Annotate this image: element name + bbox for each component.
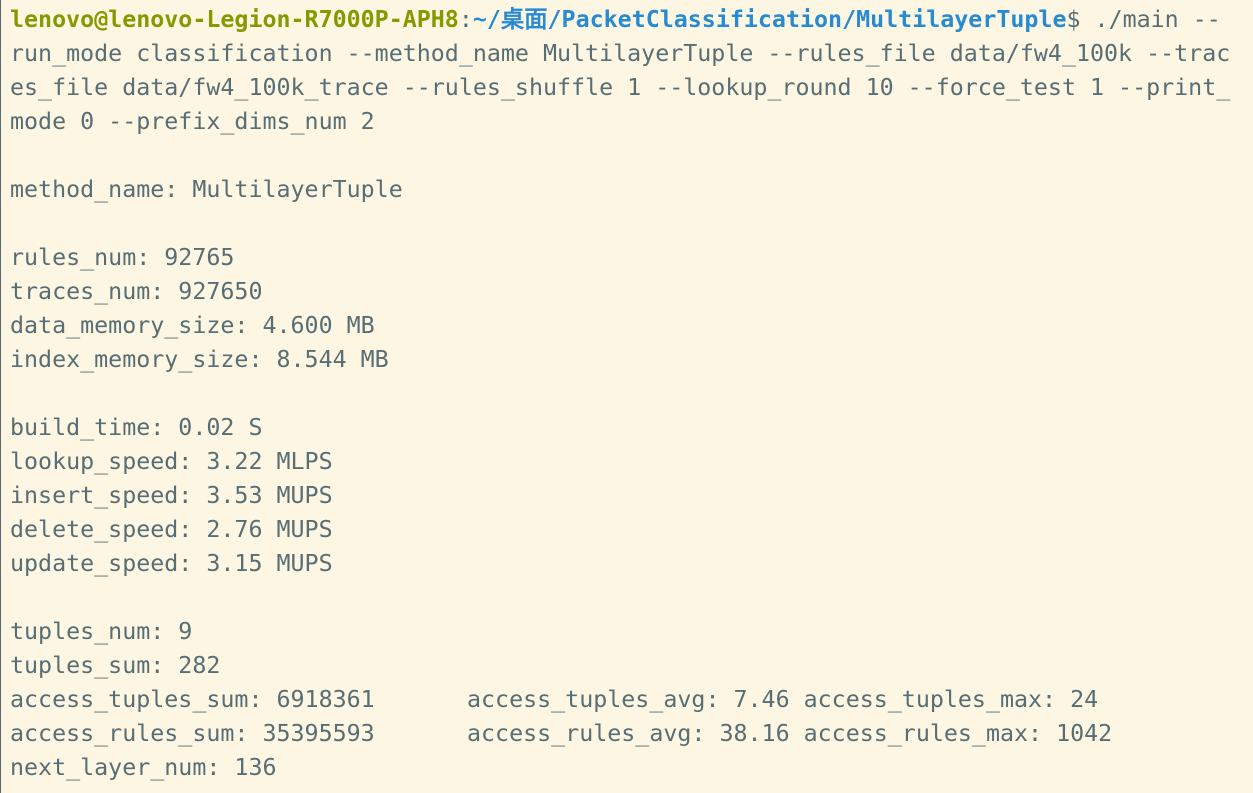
output-tuples-num: tuples_num: 9 [10,618,193,645]
output-access-rules-sum: access_rules_sum: 35395593 [10,720,375,747]
output-data-memory-size: data_memory_size: 4.600 MB [10,312,375,339]
output-traces-num: traces_num: 927650 [10,278,263,305]
output-access-tuples-row: access_tuples_sum: 6918361 access_tuples_… [10,683,1253,717]
output-update-speed: update_speed: 3.15 MUPS [10,550,333,577]
command-continuation: es_file data/fw4_100k_trace --rules_shuf… [10,74,1231,101]
output-next-layer-num: next_layer_num: 136 [10,754,277,781]
output-insert-speed: insert_speed: 3.53 MUPS [10,482,333,509]
output-access-rules-row: access_rules_sum: 35395593 access_rules_a… [10,717,1253,751]
output-lookup-speed: lookup_speed: 3.22 MLPS [10,448,333,475]
prompt-dollar: $ [1066,6,1081,33]
output-access-rules-stats: access_rules_avg: 38.16 access_rules_max… [467,720,1113,747]
output-tuples-sum: tuples_sum: 282 [10,652,221,679]
output-index-memory-size: index_memory_size: 8.544 MB [10,346,389,373]
terminal-window[interactable]: lenovo@lenovo-Legion-R7000P-APH8:~/桌面/Pa… [0,0,1253,793]
output-rules-num: rules_num: 92765 [10,244,235,271]
output-method-name: method_name: MultilayerTuple [10,176,403,203]
command-continuation: mode 0 --prefix_dims_num 2 [10,108,375,135]
command-continuation: run_mode classification --method_name Mu… [10,40,1231,67]
prompt-line: lenovo@lenovo-Legion-R7000P-APH8:~/桌面/Pa… [10,3,1253,37]
prompt-path: ~/桌面/PacketClassification/MultilayerTupl… [472,6,1067,33]
output-access-tuples-sum: access_tuples_sum: 6918361 [10,686,375,713]
prompt-user-host: lenovo@lenovo-Legion-R7000P-APH8 [10,6,459,33]
output-build-time: build_time: 0.02 S [10,414,263,441]
prompt-separator: : [458,6,473,33]
command-text: ./main -- [1080,6,1221,33]
output-delete-speed: delete_speed: 2.76 MUPS [10,516,333,543]
output-access-tuples-stats: access_tuples_avg: 7.46 access_tuples_ma… [467,686,1099,713]
